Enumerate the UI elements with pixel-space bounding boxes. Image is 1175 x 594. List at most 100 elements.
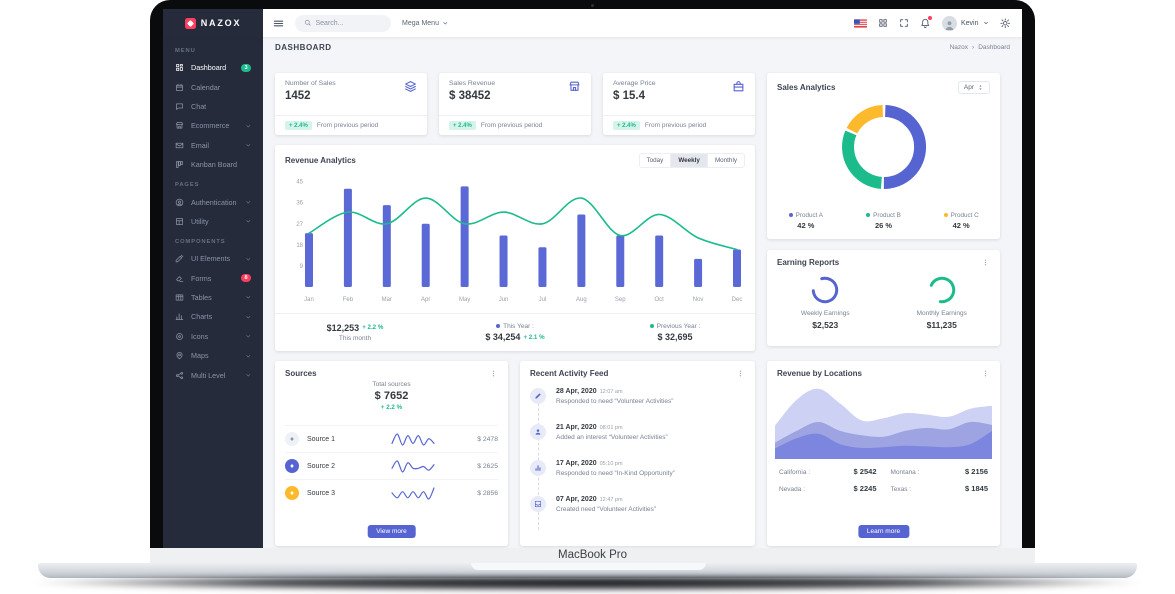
sidebar-item-ui-elements[interactable]: UI Elements [163, 249, 263, 268]
language-flag-button[interactable] [854, 19, 867, 28]
legend-item-product-b[interactable]: Product B26 % [845, 212, 923, 231]
sales-analytics-card: Sales Analytics Apr Product A42 %Product… [767, 73, 1000, 239]
legend-item-product-c[interactable]: Product C42 % [922, 212, 1000, 231]
activity-date: 07 Apr, 202012:47 pm [556, 496, 747, 503]
chevron-down-icon [245, 294, 252, 301]
sidebar-item-charts[interactable]: Charts [163, 307, 263, 326]
mail-icon [175, 141, 184, 150]
search-input[interactable]: Search... [295, 15, 391, 32]
apps-grid-button[interactable] [878, 18, 888, 28]
logo-text: NAZOX [201, 18, 242, 28]
activity-icon-wrap [530, 460, 546, 476]
calendar-icon [175, 83, 184, 92]
chat-icon [175, 102, 184, 111]
sidebar-item-label: Maps [191, 351, 245, 360]
webcam-dot [591, 4, 594, 7]
briefcase-icon [732, 80, 745, 93]
svg-text:Nov: Nov [693, 297, 704, 303]
menu-toggle-button[interactable] [273, 18, 284, 29]
card-title: Sales Analytics [777, 83, 835, 92]
period-select[interactable]: Apr [958, 81, 990, 94]
source-value: $ 2625 [477, 463, 498, 470]
sidebar-item-email[interactable]: Email [163, 136, 263, 155]
legend-item-product-a[interactable]: Product A42 % [767, 212, 845, 231]
sidebar-item-multi-level[interactable]: Multi Level [163, 365, 263, 384]
earning-label: Weekly Earnings [801, 310, 850, 317]
delta-badge: + 2.4% [285, 121, 312, 130]
sidebar-item-forms[interactable]: Forms8 [163, 269, 263, 288]
chevron-down-icon [245, 256, 252, 263]
sidebar-item-label: Charts [191, 312, 245, 321]
sidebar-item-kanban-board[interactable]: Kanban Board [163, 155, 263, 174]
kebab-menu-icon[interactable] [736, 369, 745, 378]
sidebar-item-label: Icons [191, 332, 245, 341]
chevron-down-icon [245, 199, 252, 206]
stat-title: Average Price [613, 80, 656, 87]
range-button-today[interactable]: Today [640, 154, 671, 167]
sidebar-item-maps[interactable]: Maps [163, 346, 263, 365]
range-button-monthly[interactable]: Monthly [707, 154, 744, 167]
settings-button[interactable] [1000, 18, 1011, 29]
learn-more-button[interactable]: Learn more [858, 525, 909, 538]
sidebar-item-chat[interactable]: Chat [163, 97, 263, 116]
chevron-down-icon [245, 142, 252, 149]
activity-time: 12:47 pm [600, 497, 623, 503]
topbar: NAZOX Search... Mega Menu Kevin [163, 9, 1022, 37]
notifications-button[interactable] [920, 18, 931, 29]
macbook-mockup: NAZOX Search... Mega Menu Kevin MENUDash… [0, 0, 1175, 594]
laptop-bezel: NAZOX Search... Mega Menu Kevin MENUDash… [150, 0, 1035, 548]
source-value: $ 2856 [477, 490, 498, 497]
stat-card-average-price: Average Price$ 15.4+ 2.4%From previous p… [603, 73, 755, 135]
activity-date: 17 Apr, 202005:10 pm [556, 460, 747, 467]
fullscreen-button[interactable] [899, 18, 909, 28]
source-avatar [285, 486, 299, 500]
kebab-menu-icon[interactable] [489, 369, 498, 378]
view-more-button[interactable]: View more [367, 525, 416, 538]
total-sources: Total sources $ 7652 + 2.2 % [275, 381, 508, 411]
mega-menu-button[interactable]: Mega Menu [402, 20, 448, 27]
location-stat-california-: California :$ 2542 [779, 467, 877, 476]
diamond-icon [289, 490, 295, 496]
sidebar-item-authentication[interactable]: Authentication [163, 192, 263, 211]
sidebar-item-calendar[interactable]: Calendar [163, 77, 263, 96]
svg-text:45: 45 [296, 180, 303, 186]
sidebar-item-label: UI Elements [191, 254, 245, 263]
breadcrumb-root[interactable]: Nazox [950, 44, 968, 51]
delta-badge: + 2.4% [449, 121, 476, 130]
donut-legend: Product A42 %Product B26 %Product C42 % [767, 212, 1000, 231]
user-icon [534, 428, 542, 436]
range-button-weekly[interactable]: Weekly [670, 154, 707, 167]
range-button-group: TodayWeeklyMonthly [639, 153, 745, 168]
activity-icon-wrap [530, 496, 546, 512]
recent-activity-card: Recent Activity Feed 28 Apr, 202012:07 a… [520, 361, 755, 546]
chart-icon [175, 312, 184, 321]
kebab-menu-icon[interactable] [981, 258, 990, 267]
sidebar-item-utility[interactable]: Utility [163, 212, 263, 231]
user-menu[interactable]: Kevin [942, 16, 989, 31]
activity-icon-wrap [530, 388, 546, 404]
earning-value: $2,523 [812, 320, 838, 330]
source-value: $ 2478 [477, 436, 498, 443]
stat-card-sales-revenue: Sales Revenue$ 38452+ 2.4%From previous … [439, 73, 591, 135]
breadcrumb-current: Dashboard [978, 44, 1010, 51]
inbox-icon [534, 500, 542, 508]
legend-value: 42 % [922, 221, 1000, 230]
kebab-menu-icon[interactable] [981, 369, 990, 378]
kebab-menu-icon [981, 258, 990, 267]
nazox-logo-icon [185, 18, 196, 29]
sales-donut-chart [836, 99, 932, 195]
sort-arrows-icon [977, 84, 984, 91]
app-logo[interactable]: NAZOX [163, 9, 263, 37]
sidebar-item-dashboard[interactable]: Dashboard3 [163, 58, 263, 77]
sidebar-item-icons[interactable]: Icons [163, 327, 263, 346]
sidebar-item-ecommerce[interactable]: Ecommerce [163, 116, 263, 135]
bar-chart-icon [534, 464, 542, 472]
chevron-down-icon [245, 218, 252, 225]
chevron-down-icon [245, 353, 252, 360]
this-year-stat: This Year : $ 34,254+ 2.1 % [435, 314, 595, 351]
sidebar: MENUDashboard3CalendarChatEcommerceEmail… [163, 37, 263, 548]
stat-value: $ 15.4 [613, 90, 656, 102]
sidebar-item-label: Forms [191, 274, 241, 283]
layers-icon [404, 80, 417, 93]
sidebar-item-tables[interactable]: Tables [163, 288, 263, 307]
